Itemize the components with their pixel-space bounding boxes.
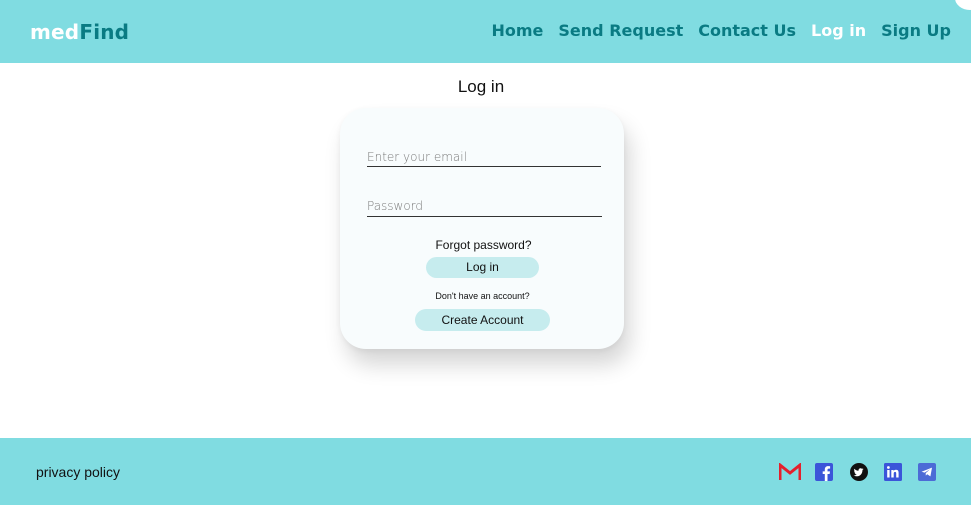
facebook-icon[interactable] — [815, 463, 833, 481]
logo-text-find: Find — [79, 20, 130, 44]
no-account-text: Don't have an account? — [435, 291, 530, 301]
nav-home-link[interactable]: Home — [492, 19, 544, 43]
page-title: Log in — [457, 77, 505, 96]
twitter-icon[interactable] — [850, 463, 868, 481]
footer: privacy policy — [0, 438, 971, 505]
linkedin-icon[interactable] — [884, 463, 902, 481]
nav-contact-us-link[interactable]: Contact Us — [698, 19, 796, 43]
login-card: Forgot password? Log in Don't have an ac… — [340, 108, 624, 349]
top-navbar: medFind Home Send Request Contact Us Log… — [0, 0, 971, 63]
telegram-icon[interactable] — [918, 463, 936, 481]
create-account-button[interactable]: Create Account — [415, 309, 550, 331]
privacy-policy-link[interactable]: privacy policy — [36, 464, 120, 481]
social-links — [779, 463, 939, 481]
nav-send-request-link[interactable]: Send Request — [558, 19, 683, 43]
logo-text-med: med — [30, 20, 80, 44]
corner-decoration — [955, 0, 971, 10]
gmail-icon[interactable] — [779, 463, 801, 481]
forgot-password-link[interactable]: Forgot password? — [340, 238, 627, 252]
nav-signup-link[interactable]: Sign Up — [881, 19, 951, 43]
password-field[interactable] — [367, 196, 602, 217]
login-button[interactable]: Log in — [426, 257, 539, 278]
email-field[interactable] — [367, 147, 601, 167]
site-logo[interactable]: medFind — [30, 20, 129, 44]
nav-login-link[interactable]: Log in — [811, 19, 866, 43]
main-nav: Home Send Request Contact Us Log in Sign… — [492, 19, 952, 43]
